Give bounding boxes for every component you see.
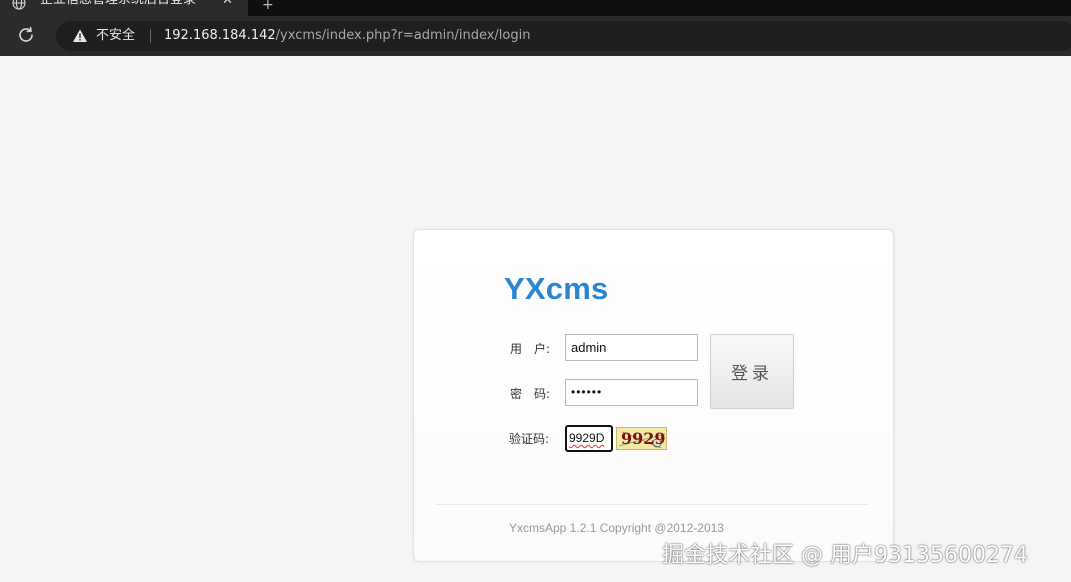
new-tab-icon[interactable]: + bbox=[262, 0, 274, 12]
captcha-input[interactable]: 9929D bbox=[565, 425, 613, 452]
address-bar[interactable]: 不安全 192.168.184.142/yxcms/index.php?r=ad… bbox=[56, 21, 1071, 51]
captcha-image[interactable]: 9929 bbox=[616, 427, 667, 450]
warning-icon[interactable] bbox=[72, 28, 88, 44]
card-divider bbox=[435, 504, 868, 505]
password-label: 密 码: bbox=[510, 387, 551, 401]
reload-icon[interactable] bbox=[15, 24, 37, 46]
close-icon[interactable]: ✕ bbox=[222, 0, 233, 9]
page-body: YXcms 用 户: admin 密 码: •••••• 验证码: 9929D … bbox=[0, 56, 1071, 582]
browser-tab[interactable]: 企业信息管理系统后台登录 ✕ bbox=[0, 0, 248, 16]
username-label: 用 户: bbox=[510, 342, 551, 356]
login-card: YXcms 用 户: admin 密 码: •••••• 验证码: 9929D … bbox=[413, 229, 894, 562]
omnibox-divider bbox=[150, 29, 151, 43]
watermark: 掘金技术社区 @ 用户93135600274 bbox=[662, 543, 1028, 568]
captcha-image-text: 9929 bbox=[621, 429, 666, 448]
tab-title: 企业信息管理系统后台登录 bbox=[40, 0, 196, 8]
security-label[interactable]: 不安全 bbox=[96, 27, 135, 45]
login-button[interactable]: 登录 bbox=[710, 334, 794, 409]
url-host: 192.168.184.142 bbox=[164, 28, 276, 43]
copyright-text: YxcmsApp 1.2.1 Copyright @2012-2013 bbox=[509, 521, 724, 535]
username-input[interactable]: admin bbox=[565, 334, 698, 361]
tab-strip: 企业信息管理系统后台登录 ✕ + bbox=[0, 0, 1071, 16]
globe-icon bbox=[12, 0, 26, 10]
url-text[interactable]: 192.168.184.142/yxcms/index.php?r=admin/… bbox=[164, 27, 530, 45]
browser-toolbar: 不安全 192.168.184.142/yxcms/index.php?r=ad… bbox=[0, 16, 1071, 56]
password-input[interactable]: •••••• bbox=[565, 379, 698, 406]
brand-logo: YXcms bbox=[504, 271, 609, 306]
url-path: /yxcms/index.php?r=admin/index/login bbox=[275, 28, 531, 43]
captcha-input-value: 9929D bbox=[569, 431, 605, 445]
captcha-label: 验证码: bbox=[509, 432, 550, 446]
